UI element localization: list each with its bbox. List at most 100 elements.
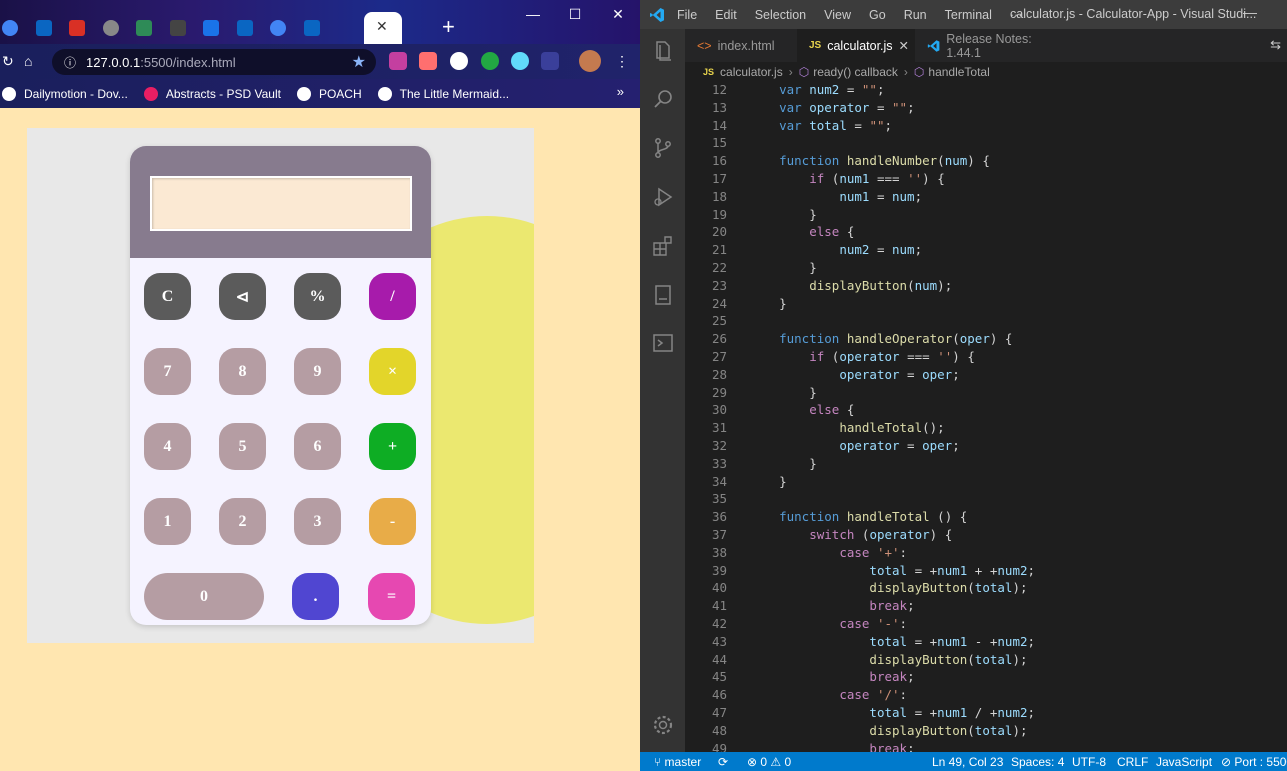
extension-icon[interactable] <box>450 52 468 70</box>
close-window-button[interactable]: ✕ <box>603 6 633 23</box>
code-line[interactable]: 14 var total = ""; <box>685 118 1287 136</box>
key-decimal[interactable]: . <box>292 573 339 620</box>
code-line[interactable]: 20 else { <box>685 224 1287 242</box>
code-line[interactable]: 46 case '/': <box>685 687 1287 705</box>
browser-tab[interactable] <box>196 13 226 43</box>
key-%[interactable]: % <box>294 273 341 320</box>
extension-icon[interactable] <box>541 52 559 70</box>
close-tab-icon[interactable]: ✕ <box>376 18 388 35</box>
new-tab-button[interactable]: + <box>442 16 455 38</box>
code-line[interactable]: 26 function handleOperator(oper) { <box>685 331 1287 349</box>
breadcrumb-symbol[interactable]: handleTotal <box>928 65 989 79</box>
menu-item[interactable]: View <box>824 8 851 22</box>
menu-item[interactable]: File <box>677 8 697 22</box>
code-line[interactable]: 40 displayButton(total); <box>685 580 1287 598</box>
sync-icon[interactable]: ⟳ <box>718 755 728 769</box>
search-icon[interactable] <box>651 87 675 111</box>
key-3[interactable]: 3 <box>294 498 341 545</box>
code-line[interactable]: 13 var operator = ""; <box>685 100 1287 118</box>
branch-status[interactable]: ⑂ master <box>654 755 701 769</box>
eol-status[interactable]: CRLF <box>1117 755 1148 769</box>
key-=[interactable]: = <box>368 573 415 620</box>
code-line[interactable]: 42 case '-': <box>685 616 1287 634</box>
settings-gear-icon[interactable] <box>651 713 675 737</box>
encoding-status[interactable]: UTF-8 <box>1072 755 1106 769</box>
extension-icon[interactable] <box>389 52 407 70</box>
browser-tab[interactable] <box>129 13 159 43</box>
code-line[interactable]: 25 <box>685 313 1287 331</box>
close-tab-icon[interactable]: ✕ <box>899 38 909 53</box>
code-line[interactable]: 12 var num2 = ""; <box>685 82 1287 100</box>
menu-item[interactable]: Selection <box>755 8 806 22</box>
source-control-icon[interactable] <box>651 136 675 160</box>
code-line[interactable]: 37 switch (operator) { <box>685 527 1287 545</box>
browser-tab[interactable] <box>263 13 293 43</box>
code-line[interactable]: 38 case '+': <box>685 545 1287 563</box>
code-line[interactable]: 30 else { <box>685 402 1287 420</box>
language-status[interactable]: JavaScript <box>1156 755 1212 769</box>
key-9[interactable]: 9 <box>294 348 341 395</box>
problems-status[interactable]: ⊗ 0 ⚠ 0 <box>747 755 791 769</box>
code-line[interactable]: 31 handleTotal(); <box>685 420 1287 438</box>
key-7[interactable]: 7 <box>144 348 191 395</box>
key-+[interactable]: + <box>369 423 416 470</box>
key-C[interactable]: C <box>144 273 191 320</box>
maximize-button[interactable]: ☐ <box>560 6 590 23</box>
key-6[interactable]: 6 <box>294 423 341 470</box>
code-line[interactable]: 29 } <box>685 385 1287 403</box>
split-editor-icon[interactable]: ⇆ <box>1270 37 1281 53</box>
code-line[interactable]: 48 displayButton(total); <box>685 723 1287 741</box>
code-line[interactable]: 34 } <box>685 474 1287 492</box>
live-server-port[interactable]: ⊘ Port : 5500 <box>1221 755 1287 769</box>
code-line[interactable]: 19 } <box>685 207 1287 225</box>
breadcrumb-file[interactable]: calculator.js <box>720 65 783 79</box>
indentation-status[interactable]: Spaces: 4 <box>1011 755 1064 769</box>
code-line[interactable]: 16 function handleNumber(num) { <box>685 153 1287 171</box>
key-8[interactable]: 8 <box>219 348 266 395</box>
code-editor[interactable]: 12 var num2 = ""; 13 var operator = ""; 14… <box>685 82 1287 752</box>
key-5[interactable]: 5 <box>219 423 266 470</box>
bookmarks-more-button[interactable]: » <box>617 84 624 99</box>
code-line[interactable]: 47 total = +num1 / +num2; <box>685 705 1287 723</box>
key--[interactable]: - <box>369 498 416 545</box>
key-2[interactable]: 2 <box>219 498 266 545</box>
explorer-icon[interactable] <box>651 39 675 63</box>
run-debug-icon[interactable] <box>651 185 675 209</box>
cursor-position[interactable]: Ln 49, Col 23 <box>932 755 1003 769</box>
key-×[interactable]: × <box>369 348 416 395</box>
menu-item[interactable]: Run <box>904 8 927 22</box>
menu-item[interactable]: Terminal <box>945 8 992 22</box>
key-0[interactable]: 0 <box>144 573 264 620</box>
key-1[interactable]: 1 <box>144 498 191 545</box>
tab-index-html[interactable]: <> index.html <box>685 29 797 62</box>
code-line[interactable]: 17 if (num1 === '') { <box>685 171 1287 189</box>
bookmark-item[interactable]: Abstracts - PSD Vault <box>143 86 281 101</box>
code-line[interactable]: 15 <box>685 135 1287 153</box>
extension-icon[interactable] <box>419 52 437 70</box>
browser-tab[interactable] <box>0 13 25 43</box>
code-line[interactable]: 36 function handleTotal () { <box>685 509 1287 527</box>
code-line[interactable]: 33 } <box>685 456 1287 474</box>
key-4[interactable]: 4 <box>144 423 191 470</box>
browser-tab[interactable] <box>297 13 327 43</box>
key-backspace[interactable]: ⊲ <box>219 273 266 320</box>
code-line[interactable]: 32 operator = oper; <box>685 438 1287 456</box>
browser-tab[interactable] <box>96 13 126 43</box>
home-icon[interactable]: ⌂ <box>24 53 32 69</box>
code-line[interactable]: 22 } <box>685 260 1287 278</box>
info-icon[interactable]: ⓘ <box>64 54 76 71</box>
avatar[interactable] <box>579 50 601 72</box>
code-line[interactable]: 41 break; <box>685 598 1287 616</box>
terminal-icon[interactable] <box>651 331 675 355</box>
key-/[interactable]: / <box>369 273 416 320</box>
code-line[interactable]: 18 num1 = num; <box>685 189 1287 207</box>
code-line[interactable]: 45 break; <box>685 669 1287 687</box>
browser-tab[interactable] <box>62 13 92 43</box>
browser-tab[interactable]: ✕ <box>364 12 402 44</box>
browser-tab[interactable] <box>230 13 260 43</box>
code-line[interactable]: 49 break; <box>685 741 1287 752</box>
reload-icon[interactable]: ↻ <box>2 53 14 70</box>
extensions-icon[interactable] <box>651 234 675 258</box>
minimize-button[interactable]: — <box>1243 4 1257 20</box>
browser-tab[interactable] <box>163 13 193 43</box>
